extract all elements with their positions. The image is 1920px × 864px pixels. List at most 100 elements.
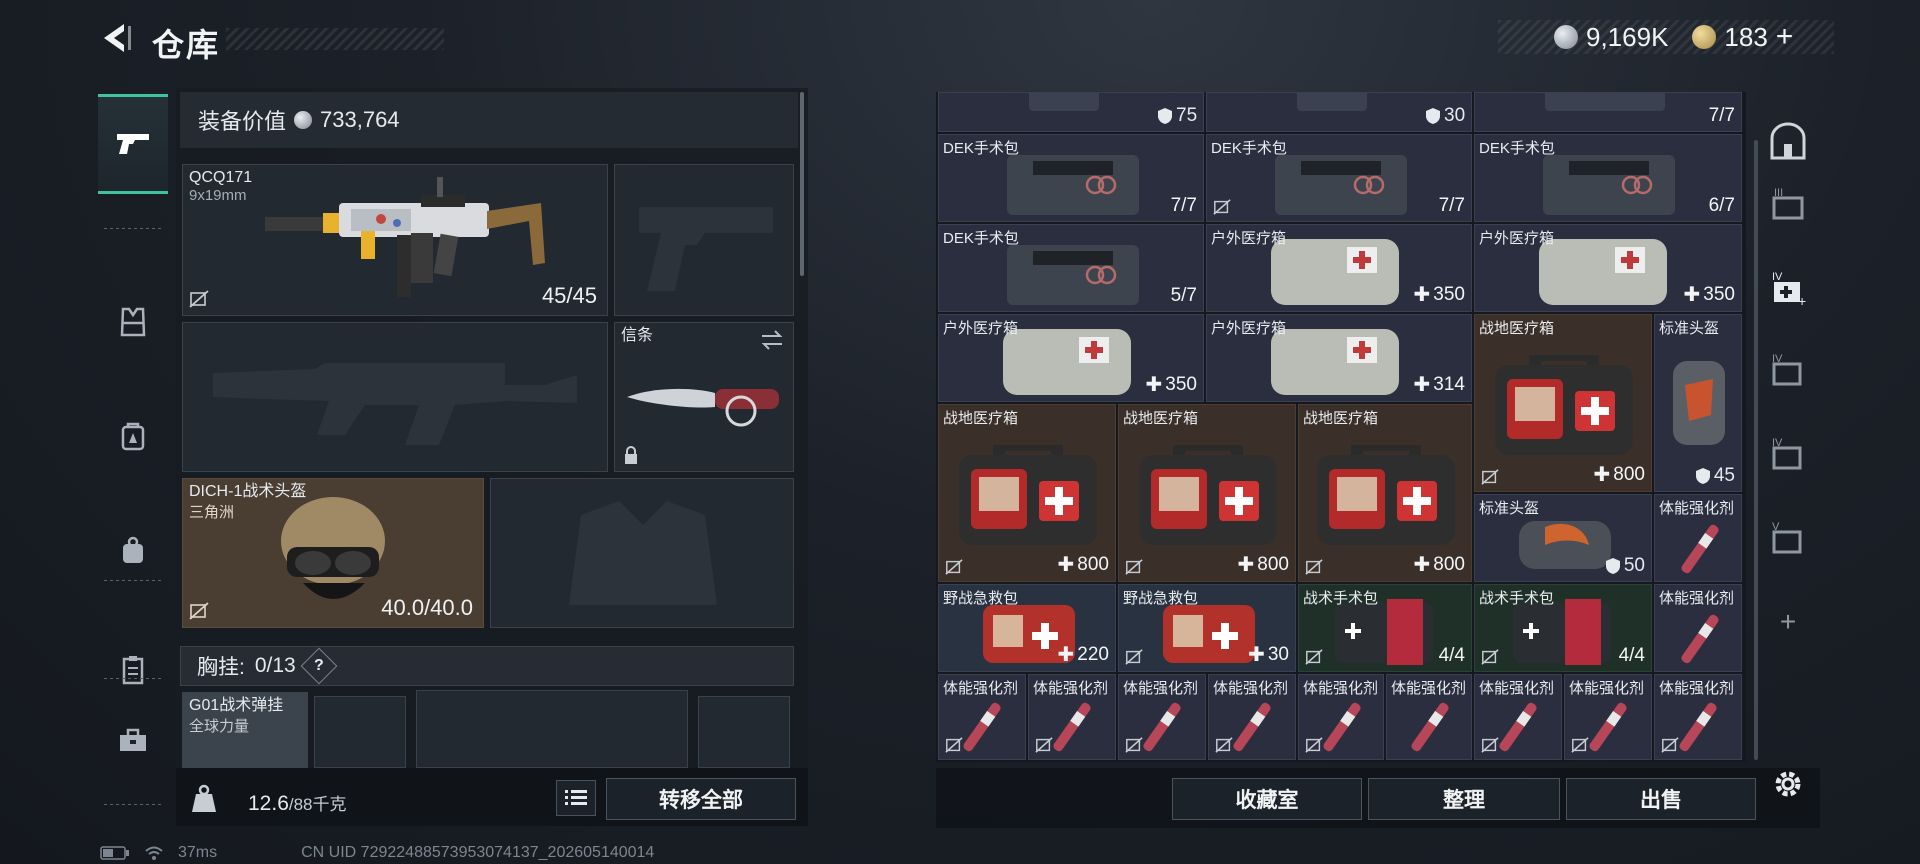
filter-tier-4-b[interactable]: IV: [1766, 348, 1810, 392]
battery-icon: [100, 846, 129, 860]
stash-item-field-medkit[interactable]: 战地医疗箱 ✚ 800: [1474, 314, 1652, 492]
no-sell-icon: [945, 737, 963, 753]
add-stash-tab-button[interactable]: +: [1766, 600, 1810, 644]
stash-item-field-medkit[interactable]: 战地医疗箱 ✚ 800: [938, 404, 1116, 582]
category-armor[interactable]: [98, 272, 168, 372]
transfer-all-button[interactable]: 转移全部: [606, 778, 796, 820]
stash-item-dek-surgery-kit[interactable]: DEK手术包 5/7: [938, 224, 1204, 312]
sell-button[interactable]: 出售: [1566, 778, 1756, 820]
stash-item-stamina-booster[interactable]: 体能强化剂: [1654, 674, 1742, 760]
armor-slot[interactable]: [490, 478, 794, 628]
chest-rig-item[interactable]: G01战术弹挂 全球力量: [182, 692, 308, 768]
help-icon[interactable]: ?: [300, 647, 338, 685]
svg-text:IV: IV: [1772, 271, 1783, 283]
stash-filter-rail: III IV + IV IV V +: [1756, 92, 1820, 832]
stash-grid: 75 30 7/7 DEK手术包 7/7 DEK手术包 7/7 DEK手术包 6…: [936, 92, 1746, 762]
gold-coin-icon: [1692, 25, 1717, 49]
stash-item-stamina-booster[interactable]: 体能强化剂: [1118, 674, 1206, 760]
stash-item[interactable]: 75: [938, 92, 1204, 132]
category-backpack[interactable]: [98, 386, 168, 486]
stash-item-dek-surgery-kit[interactable]: DEK手术包 6/7: [1474, 134, 1742, 222]
stash-item-field-medkit[interactable]: 战地医疗箱 ✚ 800: [1298, 404, 1472, 582]
item-value: ✚ 220: [1057, 643, 1109, 667]
filter-tier-4-medical[interactable]: IV +: [1766, 266, 1810, 310]
helmet-image: [1673, 361, 1725, 445]
field-medkit-image: [959, 445, 1097, 545]
backpack-icon: [121, 422, 145, 451]
stash-item-field-first-aid[interactable]: 野战急救包 ✚ 30: [1118, 584, 1296, 672]
silver-coin-icon: [294, 111, 313, 129]
stash-item-stamina-booster[interactable]: 体能强化剂: [1386, 674, 1472, 760]
stash-item-stamina-booster[interactable]: 体能强化剂: [1208, 674, 1296, 760]
pistol-icon: [117, 134, 149, 154]
armor-silhouette-icon: [569, 501, 717, 605]
chest-rig-bar: 胸挂: 0/13 ?: [180, 646, 794, 686]
svg-text:IV: IV: [1772, 437, 1783, 449]
page-title: 仓库: [152, 27, 221, 63]
stash-item-stamina-booster[interactable]: 体能强化剂: [1564, 674, 1652, 760]
stash-item-dek-surgery-kit[interactable]: DEK手术包 7/7: [938, 134, 1204, 222]
pistol-slot[interactable]: [614, 164, 794, 316]
category-case[interactable]: [98, 690, 168, 790]
list-icon: [565, 790, 587, 805]
list-view-button[interactable]: [556, 780, 596, 816]
title-decoration: [226, 28, 444, 50]
syringe-image: [963, 702, 1001, 752]
item-count: 7/7: [1170, 195, 1197, 216]
organize-button[interactable]: 整理: [1368, 778, 1560, 820]
player-uid: CN UID 7292248857395307413​7_20260514001…: [301, 844, 655, 861]
chest-rig-pocket-2[interactable]: [416, 690, 688, 768]
settings-button[interactable]: [1766, 762, 1810, 806]
stash-item-stamina-booster[interactable]: 体能强化剂: [1298, 674, 1384, 760]
helmet-slot[interactable]: DICH-1战术头盔 三角洲 40.0/40.0: [182, 478, 484, 628]
stash-tab-icon: V: [1772, 521, 1802, 554]
syringe-image: [1681, 614, 1719, 664]
stash-item-stamina-booster[interactable]: 体能强化剂: [1028, 674, 1116, 760]
svg-text:III: III: [1774, 187, 1783, 199]
back-arrow-icon[interactable]: [96, 18, 136, 58]
category-bag[interactable]: [98, 500, 168, 600]
stash-item-field-medkit[interactable]: 战地医疗箱 ✚ 800: [1118, 404, 1296, 582]
stash-item-tactical-surgery-kit[interactable]: 战术手术包 4/4: [1298, 584, 1472, 672]
item-value: ✚ 800: [1593, 463, 1645, 487]
add-currency-button[interactable]: +: [1776, 20, 1794, 54]
equipment-value-row: 装备价值 733,764: [180, 92, 798, 148]
filter-tier-4-c[interactable]: IV: [1766, 432, 1810, 476]
surgery-kit-image: [1543, 155, 1675, 215]
stash-item-stamina-booster[interactable]: 体能强化剂: [1654, 584, 1742, 672]
chest-rig-pocket-1[interactable]: [314, 696, 406, 768]
stash-item-outdoor-medkit[interactable]: 户外医疗箱 ✚ 314: [1206, 314, 1472, 402]
category-weapons[interactable]: [98, 94, 168, 194]
chest-rig-pocket-3[interactable]: [698, 696, 790, 768]
stash-item[interactable]: 7/7: [1474, 92, 1742, 132]
shield-icon: [1605, 558, 1620, 574]
stash-item-stamina-booster[interactable]: 体能强化剂: [938, 674, 1026, 760]
toolbox-icon: [120, 728, 146, 751]
stash-item-standard-helmet[interactable]: 标准头盔 45: [1654, 314, 1742, 492]
filter-all[interactable]: [1766, 120, 1810, 164]
collection-room-button[interactable]: 收藏室: [1172, 778, 1362, 820]
shield-icon: [1426, 108, 1440, 124]
stash-item-outdoor-medkit[interactable]: 户外医疗箱 ✚ 350: [1206, 224, 1472, 312]
weight-readout: 12.6/88千克: [248, 790, 347, 816]
stash-item-stamina-booster[interactable]: 体能强化剂: [1654, 494, 1742, 582]
stash-tab-icon: IV: [1772, 437, 1802, 470]
stash-item-stamina-booster[interactable]: 体能强化剂: [1474, 674, 1562, 760]
secondary-weapon-slot[interactable]: [182, 322, 608, 472]
primary-weapon-slot[interactable]: QCQ171 9x19mm 45/45: [182, 164, 608, 316]
armor-value: 30: [1425, 105, 1465, 127]
stash-item-field-first-aid[interactable]: 野战急救包 ✚ 220: [938, 584, 1116, 672]
equipment-scrollbar[interactable]: [800, 92, 804, 276]
stash-item-dek-surgery-kit[interactable]: DEK手术包 7/7: [1206, 134, 1472, 222]
stash-item-standard-helmet[interactable]: 标准头盔 50: [1474, 494, 1652, 582]
stash-item[interactable]: 30: [1206, 92, 1472, 132]
filter-tier-5[interactable]: V: [1766, 516, 1810, 560]
stash-item-outdoor-medkit[interactable]: 户外医疗箱 ✚ 350: [938, 314, 1204, 402]
silver-coin-icon: [1554, 25, 1578, 49]
chest-rig-capacity: 0/13: [254, 654, 296, 677]
stash-item-tactical-surgery-kit[interactable]: 战术手术包 4/4: [1474, 584, 1652, 672]
melee-slot[interactable]: 信条: [614, 322, 794, 472]
stash-item-outdoor-medkit[interactable]: 户外医疗箱 ✚ 350: [1474, 224, 1742, 312]
swap-icon[interactable]: [759, 329, 785, 351]
filter-tier-3[interactable]: III: [1766, 182, 1810, 226]
